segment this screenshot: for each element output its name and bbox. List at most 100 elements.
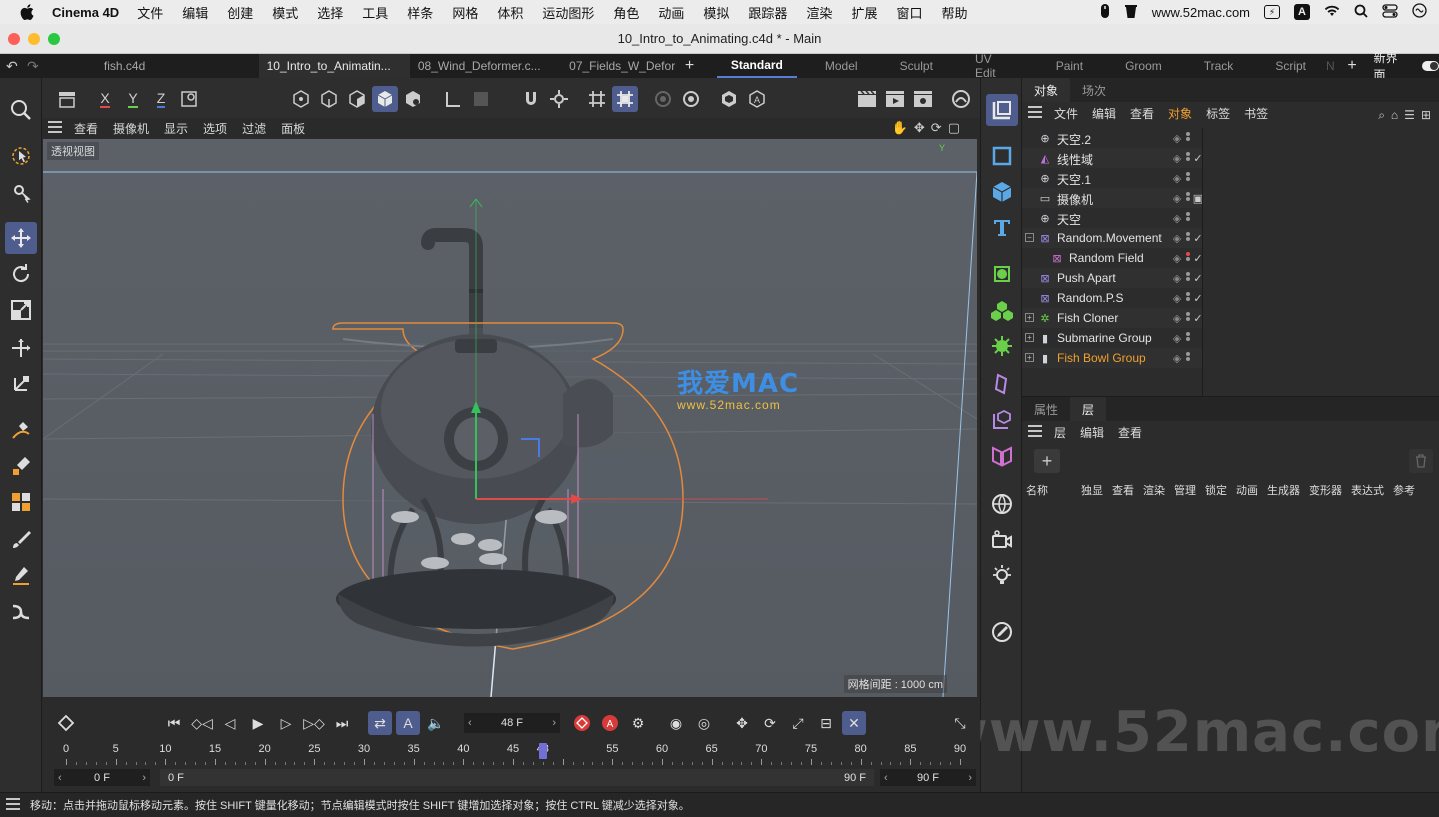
cup-icon[interactable] — [1124, 3, 1138, 22]
objects-menu-edit[interactable]: 编辑 — [1092, 105, 1116, 122]
viewport-menu-filter[interactable]: 过滤 — [242, 120, 266, 137]
object-row[interactable]: ⊕ 天空 ◈ — [1022, 208, 1202, 228]
key-param-icon[interactable]: ⊟ — [814, 711, 838, 735]
end-decrement-icon[interactable]: ‹ — [884, 772, 888, 784]
apple-icon[interactable] — [18, 3, 36, 21]
layout-tab-paint[interactable]: Paint — [1042, 54, 1097, 78]
objects-menu-bookmarks[interactable]: 书签 — [1244, 105, 1268, 122]
col-manager[interactable]: 管理 — [1174, 482, 1205, 498]
object-name[interactable]: 天空 — [1057, 211, 1081, 228]
points-mode-icon[interactable] — [288, 86, 314, 112]
visibility-dots[interactable] — [1184, 311, 1192, 325]
objects-add-icon[interactable]: ⊞ — [1421, 108, 1431, 123]
scale-axes-icon[interactable] — [5, 368, 37, 400]
layout-toggle[interactable] — [1421, 61, 1439, 71]
menu-spline[interactable]: 样条 — [407, 3, 433, 22]
add-layer-button[interactable]: + — [1034, 449, 1060, 473]
tab-objects[interactable]: 对象 — [1022, 78, 1071, 102]
layout-tab-model[interactable]: Model — [811, 54, 872, 78]
keyframe-diamond-icon[interactable] — [54, 711, 78, 735]
expander-icon[interactable]: + — [1025, 313, 1034, 322]
visibility-dots[interactable] — [1184, 351, 1192, 365]
polygon-pen-icon[interactable] — [716, 86, 742, 112]
layer-icon[interactable]: ◈ — [1170, 191, 1184, 205]
layer-icon[interactable]: ◈ — [1170, 311, 1184, 325]
add-layout-button[interactable]: + — [1341, 57, 1364, 75]
visibility-dots[interactable] — [1184, 171, 1192, 185]
next-frame-icon[interactable]: ▷ — [274, 711, 298, 735]
brush-icon[interactable] — [5, 524, 37, 556]
object-row[interactable]: ◭ 线性域 ◈ ✓ — [1022, 148, 1203, 168]
keyframe-settings-icon[interactable]: ⚙ — [626, 711, 650, 735]
object-row[interactable]: ⊕ 天空.1 ◈ — [1022, 168, 1202, 188]
render-settings-icon[interactable] — [678, 86, 704, 112]
layer-icon[interactable]: ◈ — [1170, 171, 1184, 185]
col-expressions[interactable]: 表达式 — [1351, 482, 1393, 498]
workplane-grid-icon[interactable] — [584, 86, 610, 112]
menu-select[interactable]: 选择 — [317, 3, 343, 22]
col-xref[interactable]: 参考 — [1393, 482, 1419, 498]
tab-attributes[interactable]: 属性 — [1022, 401, 1070, 418]
layer-icon[interactable]: ◈ — [1170, 131, 1184, 145]
menubar-url[interactable]: www.52mac.com — [1152, 5, 1250, 20]
transform-tool-icon[interactable] — [5, 332, 37, 364]
move-view-icon[interactable]: ✥ — [914, 120, 925, 136]
menu-mode[interactable]: 模式 — [272, 3, 298, 22]
menu-character[interactable]: 角色 — [613, 3, 639, 22]
go-to-start-icon[interactable]: ⏮ — [162, 711, 186, 735]
cube-object-icon[interactable] — [986, 94, 1018, 126]
layers-menu-layer[interactable]: 层 — [1054, 424, 1066, 441]
menu-volume[interactable]: 体积 — [497, 3, 523, 22]
object-name[interactable]: Submarine Group — [1057, 331, 1152, 345]
frame-range-bar[interactable]: 0 F 90 F — [160, 769, 874, 786]
menu-simulate[interactable]: 模拟 — [703, 3, 729, 22]
mograph-cubes-icon[interactable] — [5, 486, 37, 518]
control-center-icon[interactable] — [1382, 3, 1398, 21]
layers-menu-edit[interactable]: 编辑 — [1080, 424, 1104, 441]
snap-magnet-icon[interactable] — [518, 86, 544, 112]
visibility-dots[interactable] — [1184, 251, 1192, 265]
layout-tab-uv-edit[interactable]: UV Edit — [961, 52, 1028, 80]
axis-z-button[interactable]: Z — [148, 86, 174, 112]
current-frame-field[interactable]: ‹ 48 F › — [464, 713, 560, 733]
objects-search-icon[interactable]: ⌕ — [1378, 108, 1385, 123]
visibility-dots[interactable] — [1184, 131, 1192, 145]
camera-object-icon[interactable] — [986, 524, 1018, 556]
menu-mograph[interactable]: 运动图形 — [542, 3, 594, 22]
key-mode-icon[interactable]: ◎ — [692, 711, 716, 735]
prev-frame-icon[interactable]: ◁ — [218, 711, 242, 735]
menu-file[interactable]: 文件 — [137, 3, 163, 22]
object-name[interactable]: 摄像机 — [1057, 191, 1093, 208]
volume-icon[interactable]: 🔈 — [424, 711, 448, 735]
twist-tool-icon[interactable] — [5, 596, 37, 628]
menu-create[interactable]: 创建 — [227, 3, 253, 22]
object-row[interactable]: ⊠ Push Apart ◈ ✓ — [1022, 268, 1203, 288]
key-position-icon[interactable]: ✥ — [730, 711, 754, 735]
viewport-menu-options[interactable]: 选项 — [203, 120, 227, 137]
object-name[interactable]: Random.Movement — [1057, 231, 1162, 245]
menu-render[interactable]: 渲染 — [806, 3, 832, 22]
cube-primitive-icon[interactable] — [986, 176, 1018, 208]
object-row[interactable]: ⊕ 天空.2 ◈ — [1022, 128, 1202, 148]
expander-icon[interactable]: − — [1025, 233, 1034, 242]
polygons-mode-icon[interactable] — [344, 86, 370, 112]
object-name[interactable]: Fish Cloner — [1057, 311, 1118, 325]
layout-tab-script[interactable]: Script — [1261, 54, 1320, 78]
viewport-solo-icon[interactable] — [948, 86, 974, 112]
prev-key-icon[interactable]: ◇◁ — [190, 711, 214, 735]
visibility-dots[interactable] — [1184, 191, 1192, 205]
expander-icon[interactable]: + — [1025, 353, 1034, 362]
app-name[interactable]: Cinema 4D — [52, 5, 119, 20]
end-frame-field[interactable]: ‹ 90 F › — [880, 769, 976, 786]
key-pla-icon[interactable]: ✕ — [842, 711, 866, 735]
axis-x-button[interactable]: X — [92, 86, 118, 112]
mograph-effector-icon[interactable] — [986, 330, 1018, 362]
layers-menu-icon[interactable] — [1028, 424, 1042, 440]
environment-sky-icon[interactable] — [986, 488, 1018, 520]
object-name[interactable]: 线性域 — [1057, 151, 1093, 168]
menu-mesh[interactable]: 网格 — [452, 3, 478, 22]
volume-object-icon[interactable] — [986, 440, 1018, 472]
paint-brush-icon[interactable] — [5, 450, 37, 482]
start-increment-icon[interactable]: › — [142, 772, 146, 784]
col-animation[interactable]: 动画 — [1236, 482, 1267, 498]
